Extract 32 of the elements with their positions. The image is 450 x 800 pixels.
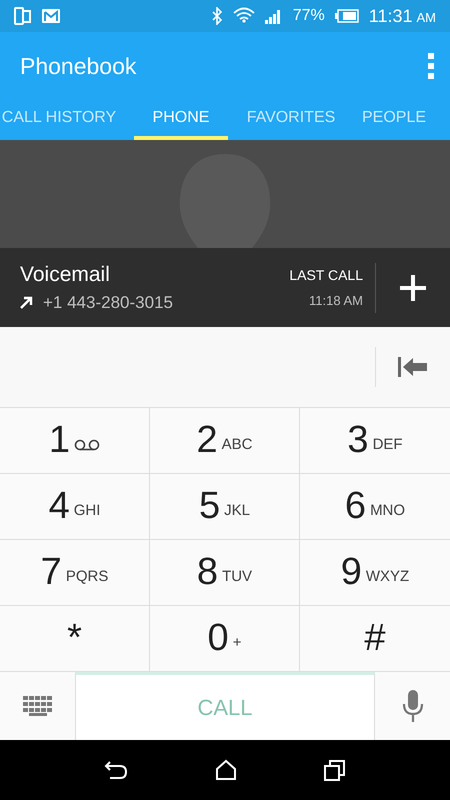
- contact-name: Voicemail: [20, 262, 111, 286]
- dial-key[interactable]: 7 PQRS: [0, 540, 150, 606]
- dial-key[interactable]: 2 ABC: [150, 408, 300, 474]
- microphone-icon: [402, 690, 424, 722]
- dial-key[interactable]: 0+: [150, 606, 300, 672]
- last-call-label: LAST CALL: [289, 267, 363, 283]
- mail-icon: [42, 9, 60, 23]
- phone-tablet-icon: [14, 7, 32, 25]
- dial-key[interactable]: 1: [0, 408, 150, 474]
- dial-key[interactable]: *: [0, 606, 150, 672]
- bluetooth-icon: [210, 7, 223, 25]
- dial-key[interactable]: 8 TUV: [150, 540, 300, 606]
- battery-icon: [334, 9, 359, 23]
- signal-icon: [264, 8, 283, 24]
- last-call-time: 11:18 AM: [309, 293, 363, 308]
- overflow-menu-icon[interactable]: [428, 53, 434, 79]
- dial-key[interactable]: 4 GHI: [0, 474, 150, 540]
- recent-apps-button[interactable]: [324, 759, 346, 781]
- clock-time: 11:31: [368, 6, 412, 26]
- outgoing-call-arrow-icon: [20, 296, 33, 309]
- voicemail-icon: [74, 438, 100, 450]
- backspace-icon: [398, 355, 428, 379]
- home-button[interactable]: [214, 759, 237, 781]
- app-title: Phonebook: [20, 52, 138, 80]
- keyboard-icon: [22, 696, 54, 716]
- clock-ampm: AM: [416, 10, 436, 24]
- contact-number: +1 443-280-3015: [43, 292, 173, 312]
- plus-icon: [399, 274, 427, 302]
- back-button[interactable]: [104, 760, 128, 780]
- dial-key[interactable]: 5 JKL: [150, 474, 300, 540]
- battery-percent: 77%: [292, 7, 325, 25]
- wifi-icon: [232, 7, 255, 25]
